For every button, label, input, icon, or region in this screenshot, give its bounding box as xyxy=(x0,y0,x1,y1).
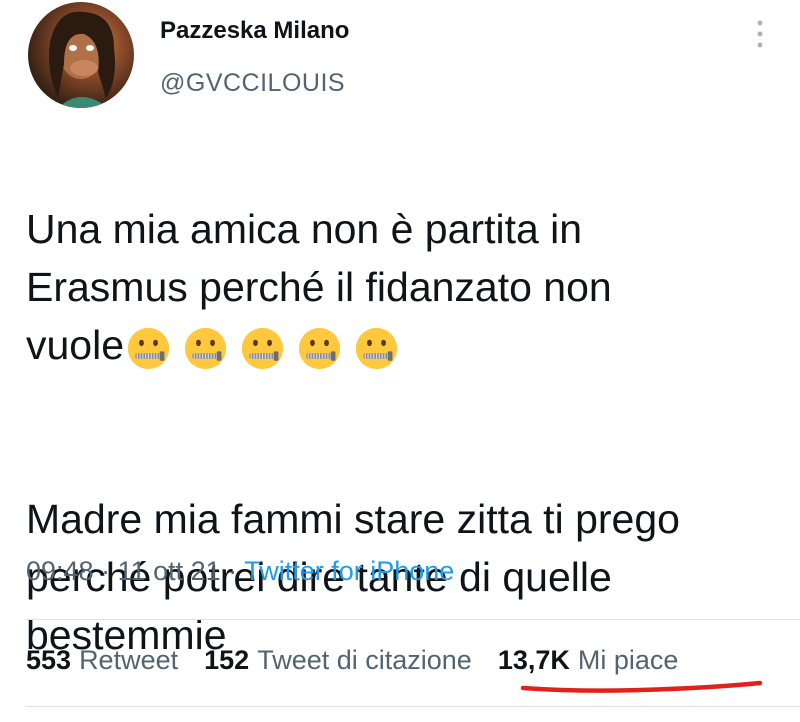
avatar-photo-icon xyxy=(49,11,115,108)
retweets-label: Retweet xyxy=(79,645,179,675)
zipper-mouth-face-icon xyxy=(127,327,170,369)
tweet-metadata: 09:48 · 11 ott 21 · Twitter for iPhone xyxy=(26,556,454,587)
tweet-time[interactable]: 09:48 xyxy=(26,556,94,586)
user-handle[interactable]: @GVCCILOUIS xyxy=(160,69,345,98)
tweet-source-link[interactable]: Twitter for iPhone xyxy=(244,556,454,586)
divider xyxy=(26,619,800,620)
tweet-text: Una mia amica non è partita in Erasmus p… xyxy=(26,142,786,722)
emoji-group xyxy=(126,326,399,371)
likes-stat[interactable]: 13,7K Mi piace xyxy=(498,645,679,676)
retweets-stat[interactable]: 553 Retweet xyxy=(26,645,178,676)
more-options-button[interactable] xyxy=(748,16,772,52)
likes-count: 13,7K xyxy=(497,645,570,675)
quotes-label: Tweet di citazione xyxy=(257,645,472,675)
red-underline-annotation xyxy=(520,680,763,693)
quotes-stat[interactable]: 152 Tweet di citazione xyxy=(204,645,472,676)
separator: · xyxy=(101,556,111,586)
quotes-count: 152 xyxy=(204,645,250,675)
separator: · xyxy=(228,556,238,586)
likes-label: Mi piace xyxy=(577,645,679,675)
tweet-paragraph-1: Una mia amica non è partita in Erasmus p… xyxy=(26,200,786,374)
vertical-ellipsis-icon xyxy=(757,20,763,48)
retweets-count: 553 xyxy=(26,645,72,675)
display-name[interactable]: Pazzeska Milano xyxy=(160,17,349,45)
zipper-mouth-face-icon xyxy=(355,327,398,369)
zipper-mouth-face-icon xyxy=(241,327,284,369)
zipper-mouth-face-icon xyxy=(298,327,341,369)
divider xyxy=(26,706,800,707)
tweet-date[interactable]: 11 ott 21 xyxy=(118,556,221,586)
avatar[interactable] xyxy=(28,2,134,108)
engagement-stats: 553 Retweet 152 Tweet di citazione 13,7K Mi… xyxy=(26,645,678,676)
zipper-mouth-face-icon xyxy=(184,327,227,369)
